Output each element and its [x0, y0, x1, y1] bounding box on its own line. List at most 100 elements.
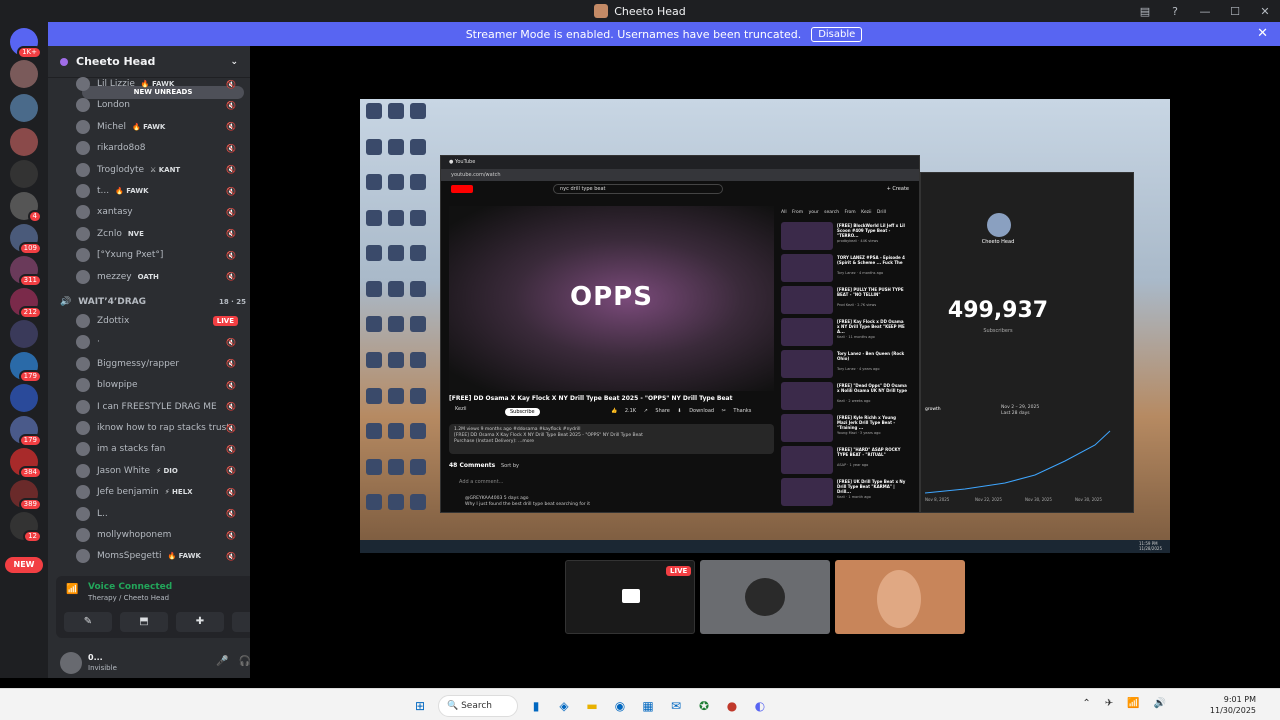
windows-taskbar: ⊞ 🔍 Search ▮ ◈ ▬ ◉ ▦ ✉ ✪ ● ◐ ⌃✈📶🔊 9:01 P…	[0, 688, 1280, 720]
recommended-title: Tory Lanez - Ben Queen (Rock Ohio)	[837, 351, 905, 361]
voice-user[interactable]: t... 🔥 FAWK 🔇	[76, 181, 246, 201]
xbox-icon[interactable]: ✪	[694, 696, 714, 716]
server-icon[interactable]: 12	[10, 512, 42, 543]
server-badge: 12	[23, 530, 42, 543]
disable-streamer-mode-button[interactable]: Disable	[811, 26, 863, 42]
voice-user[interactable]: Zdottix LIVE	[76, 311, 246, 331]
server-icon[interactable]	[10, 128, 38, 156]
server-icon[interactable]: 179	[10, 416, 42, 447]
avatar	[76, 421, 90, 435]
video-thumbnail	[781, 446, 833, 474]
activities-button[interactable]: ✚	[176, 612, 224, 632]
server-icon[interactable]	[10, 384, 38, 412]
voice-user[interactable]: mollywhoponem 🔇	[76, 525, 246, 545]
obs-icon[interactable]: ●	[722, 696, 742, 716]
voice-user[interactable]: Jefe benjamin ⚡ HELX 🔇	[76, 482, 246, 502]
voice-user[interactable]: Lil Lizzie 🔥 FAWK 🔇	[76, 74, 246, 94]
voice-user[interactable]: I can FREESTYLE DRAG ME 🔇	[76, 397, 246, 417]
copilot-icon[interactable]: ◈	[554, 696, 574, 716]
live-badge: LIVE	[212, 316, 238, 326]
voice-user[interactable]: iknow how to rap stacks trust 🔇	[76, 418, 246, 438]
server-badge: 4	[27, 210, 42, 223]
participant-tile[interactable]	[700, 560, 830, 634]
server-badge: 384	[18, 466, 42, 479]
voice-user[interactable]: im a stacks fan 🔇	[76, 439, 246, 459]
taskbar-clock[interactable]: 9:01 PM 11/30/2025	[1210, 694, 1256, 716]
recommended-video: [FREE] "HARD" ASAP ROCKY TYPE BEAT - "RI…	[781, 446, 909, 474]
voice-user[interactable]: [°Yxung Pxet°] 🔇	[76, 245, 246, 265]
server-icon[interactable]: 212	[10, 288, 42, 319]
discord-icon[interactable]: ◐	[750, 696, 770, 716]
voice-user-name: t...	[97, 186, 110, 196]
explorer-icon[interactable]: ▮	[526, 696, 546, 716]
server-icon[interactable]: 109	[10, 224, 42, 255]
voice-user[interactable]: L.. 🔇	[76, 504, 246, 524]
browser-tabs: ● YouTube	[441, 156, 919, 169]
create-button: + Create	[886, 186, 909, 192]
muted-icon: 🔇	[226, 423, 236, 433]
home-button[interactable]: 1K+	[10, 28, 42, 59]
voice-user[interactable]: mezzey OATH 🔇	[76, 267, 246, 287]
participant-camera-tile[interactable]	[835, 560, 965, 634]
axis-label: Nov 22, 2025	[975, 497, 1002, 502]
server-icon[interactable]: 311	[10, 256, 42, 287]
voice-user[interactable]: rikardo8o8 🔇	[76, 138, 246, 158]
voice-user[interactable]: blowpipe 🔇	[76, 375, 246, 395]
voice-user[interactable]: Michel 🔥 FAWK 🔇	[76, 117, 246, 137]
voice-user[interactable]: Zcnlo NVE 🔇	[76, 224, 246, 244]
voice-user-name: I can FREESTYLE DRAG ME	[97, 401, 217, 412]
server-icon[interactable]: 389	[10, 480, 42, 511]
avatar	[76, 226, 90, 241]
taskbar-search[interactable]: 🔍 Search	[438, 695, 518, 717]
windows-start-icon[interactable]: ⊞	[410, 696, 430, 716]
user-tag: 🔥 FAWK	[131, 122, 166, 131]
new-unreads-pill[interactable]: NEW	[5, 557, 43, 573]
user-tag: 🔥 FAWK	[167, 552, 201, 561]
outlook-icon[interactable]: ✉	[666, 696, 686, 716]
voice-user[interactable]: Jason White ⚡ DIO 🔇	[76, 461, 246, 481]
recommended-meta: Tory Lanez · 4 months ago	[837, 271, 884, 275]
inbox-icon[interactable]: ▤	[1130, 5, 1160, 18]
folder-icon[interactable]: ▬	[582, 696, 602, 716]
voice-status[interactable]: Voice Connected	[88, 582, 172, 592]
recommended-video: [FREE] Kay Flock x DD Osama x NY Drill T…	[781, 318, 909, 346]
camera-button[interactable]: ✎	[64, 612, 112, 632]
server-icon[interactable]	[10, 320, 38, 348]
studio-window: Cheeto Head 499,937 Subscribers growth N…	[920, 172, 1134, 513]
voice-channel-path[interactable]: Therapy / Cheeto Head	[88, 594, 169, 602]
server-icon[interactable]: 4	[10, 192, 42, 223]
streamer-mode-banner: Streamer Mode is enabled. Usernames have…	[48, 22, 1280, 46]
avatar[interactable]	[60, 652, 82, 674]
avatar	[76, 335, 90, 350]
voice-channel[interactable]: 🔊 WAIT’4’DRAG 18 · 25	[60, 294, 246, 310]
minimize-button[interactable]: —	[1190, 5, 1220, 18]
maximize-button[interactable]: ☐	[1220, 5, 1250, 18]
muted-icon: 🔇	[226, 79, 236, 89]
streamer-taskbar: 11:59 PM 11/28/2025	[360, 540, 1170, 553]
muted-icon: 🔇	[226, 380, 236, 390]
voice-user[interactable]: MomsSpegetti 🔥 FAWK 🔇	[76, 546, 246, 566]
voice-user[interactable]: Biggmessy/rapper 🔇	[76, 354, 246, 374]
voice-user[interactable]: · 🔇	[76, 332, 246, 352]
screen-share-button[interactable]: ⬒	[120, 612, 168, 632]
close-window-button[interactable]: ✕	[1250, 5, 1280, 18]
banner-close-icon[interactable]: ✕	[1257, 26, 1268, 41]
server-icon[interactable]	[10, 60, 38, 88]
server-icon[interactable]: 179	[10, 352, 42, 383]
store-icon[interactable]: ▦	[638, 696, 658, 716]
voice-user[interactable]: xantasy 🔇	[76, 202, 246, 222]
server-icon[interactable]: 384	[10, 448, 42, 479]
server-badge: 179	[18, 434, 42, 447]
avatar	[987, 213, 1011, 237]
video-title: [FREE] DD Osama X Kay Flock X NY Drill T…	[449, 395, 733, 402]
voice-user[interactable]: Troglodyte ⚔ KANT 🔇	[76, 160, 246, 180]
edge-icon[interactable]: ◉	[610, 696, 630, 716]
voice-user[interactable]: London 🔇	[76, 95, 246, 115]
avatar	[76, 463, 90, 478]
voice-user-name: Michel	[97, 121, 126, 132]
server-icon[interactable]	[10, 94, 38, 122]
system-tray[interactable]: ⌃✈📶🔊	[1082, 698, 1180, 709]
muted-icon: 🔇	[226, 229, 236, 239]
help-icon[interactable]: ?	[1160, 5, 1190, 18]
server-icon[interactable]	[10, 160, 38, 188]
